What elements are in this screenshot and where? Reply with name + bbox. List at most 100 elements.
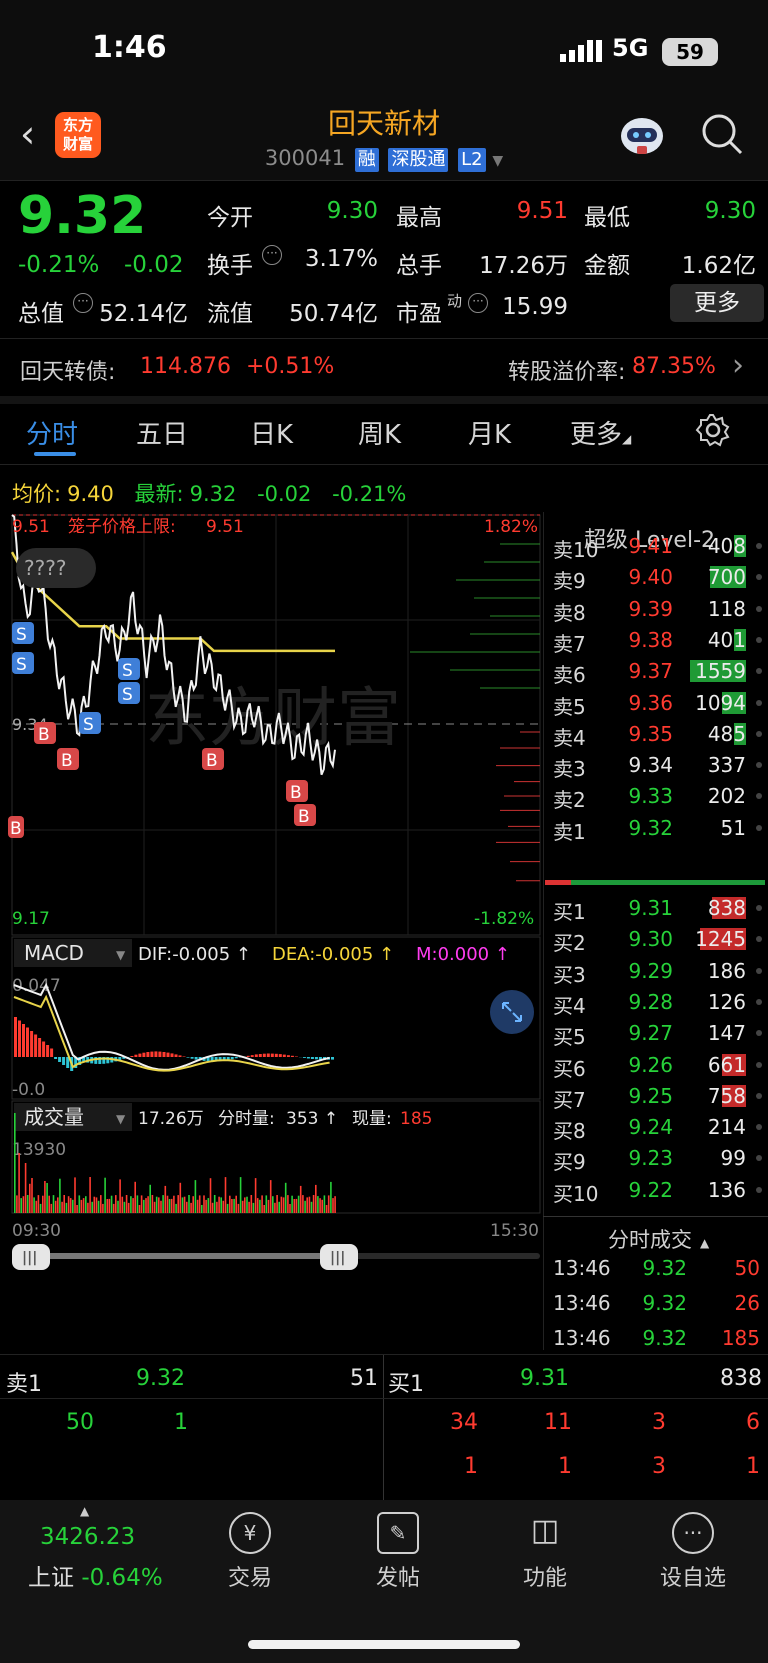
macd-bar bbox=[34, 1034, 38, 1057]
volume-bar bbox=[39, 1203, 42, 1213]
order-price: 9.34 bbox=[628, 753, 673, 778]
volume-bar bbox=[24, 1163, 27, 1213]
macd-bar bbox=[134, 1054, 138, 1057]
buy-order-row[interactable]: 买3 9.29 186 bbox=[545, 957, 768, 987]
order-price: 9.37 bbox=[628, 659, 673, 684]
trades-title[interactable]: 分时成交 ▲ bbox=[608, 1224, 709, 1254]
buy-order-row[interactable]: 买1 9.31 838 bbox=[545, 894, 768, 924]
tab-monthly-k[interactable]: 月K bbox=[468, 414, 511, 451]
volume-bar bbox=[130, 1196, 132, 1213]
change-pct: -0.21% bbox=[18, 252, 100, 278]
volume-bar bbox=[16, 1195, 18, 1213]
volume-bar bbox=[231, 1199, 233, 1213]
chevron-down-icon[interactable]: ▼ bbox=[492, 153, 503, 169]
tab-intraday[interactable]: 分时 bbox=[26, 414, 78, 451]
volume-bar bbox=[82, 1198, 85, 1213]
more-button[interactable]: 更多 bbox=[670, 284, 764, 322]
order-dot bbox=[756, 1155, 762, 1162]
sell-order-row[interactable]: 卖8 9.39 118 bbox=[545, 595, 768, 625]
order-price: 9.26 bbox=[628, 1052, 673, 1077]
macd-bar bbox=[26, 1027, 29, 1057]
volume-bar bbox=[155, 1196, 158, 1213]
volume-bar bbox=[229, 1195, 231, 1213]
order-price: 9.36 bbox=[628, 690, 673, 715]
volume-bar bbox=[179, 1182, 182, 1213]
macd-bar bbox=[154, 1051, 158, 1057]
buy-order-row[interactable]: 买10 9.22 136 bbox=[545, 1176, 768, 1206]
bond-price: 114.876 bbox=[140, 354, 231, 379]
index-value[interactable]: 3426.23 bbox=[40, 1524, 135, 1550]
buy-order-row[interactable]: 买8 9.24 214 bbox=[545, 1113, 768, 1143]
settings-gear-icon[interactable] bbox=[695, 412, 731, 448]
order-dot bbox=[756, 793, 762, 800]
buy-order-row[interactable]: 买4 9.28 126 bbox=[545, 988, 768, 1018]
info-icon[interactable]: ··· bbox=[262, 245, 282, 265]
bq-buy-vol: 838 bbox=[720, 1366, 762, 1391]
sell-order-row[interactable]: 卖3 9.34 337 bbox=[545, 751, 768, 781]
sell-order-row[interactable]: 卖2 9.33 202 bbox=[545, 782, 768, 812]
order-price: 9.22 bbox=[628, 1177, 673, 1202]
volume-bar bbox=[278, 1201, 280, 1213]
volume-bar bbox=[319, 1198, 321, 1213]
volume-bar bbox=[175, 1203, 177, 1213]
sell-order-row[interactable]: 卖7 9.38 401 bbox=[545, 626, 768, 656]
sell-order-row[interactable]: 卖1 9.32 51 bbox=[545, 814, 768, 844]
volume-bar bbox=[327, 1195, 330, 1213]
sell-order-row[interactable]: 卖4 9.35 485 bbox=[545, 720, 768, 750]
buy-order-row[interactable]: 买9 9.23 99 bbox=[545, 1144, 768, 1175]
expand-icon[interactable] bbox=[490, 990, 534, 1034]
tab-more[interactable]: 更多◢ bbox=[570, 414, 631, 451]
tab-weekly-k[interactable]: 周K bbox=[358, 414, 401, 451]
sell-order-row[interactable]: 卖9 9.40 700 bbox=[545, 563, 768, 593]
buy-order-row[interactable]: 买6 9.26 661 bbox=[545, 1051, 768, 1081]
volume-bar bbox=[29, 1183, 31, 1213]
low-value: 9.30 bbox=[704, 198, 756, 224]
nav-post[interactable]: ✎ 发帖 bbox=[343, 1512, 453, 1592]
divider bbox=[0, 180, 768, 181]
nav-trade[interactable]: ¥ 交易 bbox=[195, 1512, 305, 1592]
robot-assistant-icon[interactable] bbox=[617, 112, 667, 160]
top-price-label: 9.51 bbox=[12, 517, 50, 537]
info-icon[interactable]: ··· bbox=[73, 293, 93, 313]
buy-order-row[interactable]: 买5 9.27 147 bbox=[545, 1019, 768, 1049]
macd-label: MACD bbox=[24, 941, 84, 965]
tab-daily-k[interactable]: 日K bbox=[250, 414, 293, 451]
sell-order-row[interactable]: 卖10 9.41 408 bbox=[545, 532, 768, 562]
volume-bar bbox=[334, 1196, 336, 1213]
buy-order-row[interactable]: 买2 9.30 1245 bbox=[545, 925, 768, 955]
sell-order-row[interactable]: 卖5 9.36 1094 bbox=[545, 689, 768, 719]
grid-icon: ◫ bbox=[530, 1513, 560, 1548]
chevron-up-icon[interactable]: ▲ bbox=[80, 1504, 89, 1518]
order-dot bbox=[756, 1061, 762, 1068]
macd-bar bbox=[302, 1057, 306, 1058]
nav-functions[interactable]: ◫ 功能 bbox=[490, 1512, 600, 1592]
svg-text:B: B bbox=[290, 783, 302, 803]
search-icon[interactable] bbox=[700, 112, 744, 156]
tab-five-day[interactable]: 五日 bbox=[136, 414, 188, 451]
order-price: 9.31 bbox=[628, 896, 673, 920]
macd-bar bbox=[246, 1055, 250, 1057]
buy-queue-item: 34 bbox=[450, 1410, 478, 1435]
macd-bar bbox=[146, 1052, 150, 1057]
order-price: 9.27 bbox=[628, 1021, 673, 1046]
order-price: 9.30 bbox=[628, 927, 673, 952]
divider bbox=[0, 464, 768, 465]
order-level-label: 买1 bbox=[553, 900, 586, 924]
macd-bar bbox=[286, 1055, 290, 1057]
nav-watchlist[interactable]: ··· 设自选 bbox=[638, 1512, 748, 1592]
macd-m: M:0.000 ↑ bbox=[416, 944, 510, 965]
volume-now-label: 现量: bbox=[352, 1109, 392, 1129]
volume-bar bbox=[153, 1201, 156, 1213]
volume-bar bbox=[143, 1199, 145, 1213]
question-text: ???? bbox=[24, 556, 66, 580]
intraday-chart[interactable]: 东方财富 9.51 笼子价格上限: 9.51 1.82% 9.34 9.17 -… bbox=[0, 512, 545, 1342]
index-line[interactable]: 上证 -0.64% bbox=[28, 1558, 163, 1592]
volume-bar bbox=[158, 1197, 160, 1213]
macd-bar bbox=[158, 1051, 162, 1057]
order-level-label: 买9 bbox=[553, 1150, 586, 1175]
buy-order-row[interactable]: 买7 9.25 758 bbox=[545, 1082, 768, 1112]
svg-text:▼: ▼ bbox=[116, 1112, 126, 1126]
trade-volume: 50 bbox=[734, 1256, 760, 1280]
sell-order-row[interactable]: 卖6 9.37 1559 bbox=[545, 657, 768, 687]
buy-queue-item: 1 bbox=[464, 1454, 478, 1479]
